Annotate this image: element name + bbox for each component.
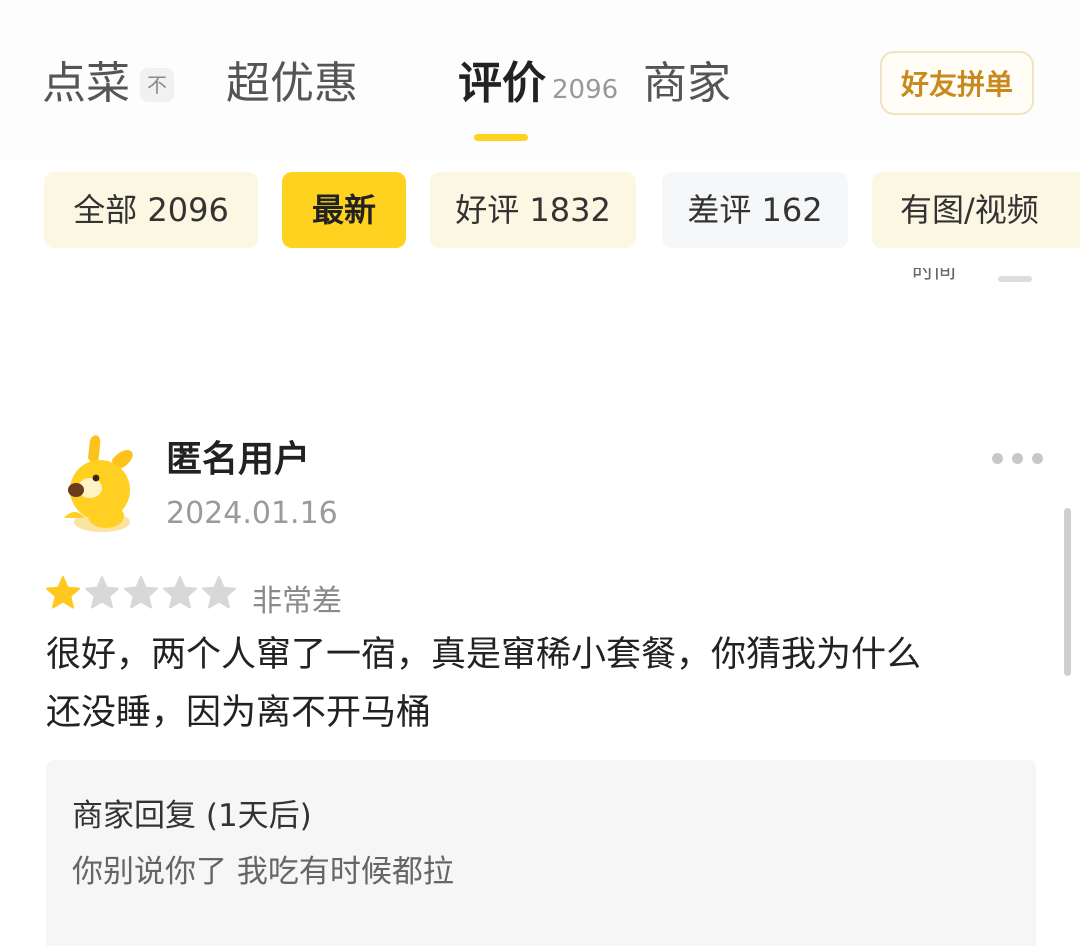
filter-chip-media[interactable]: 有图/视频 <box>872 172 1080 248</box>
review-body-line: 很好，两个人窜了一宿，真是窜稀小套餐，你猜我为什么 <box>46 635 922 675</box>
tab-deals[interactable]: 超优惠 <box>226 58 358 110</box>
tab-merchant-label: 商家 <box>643 58 731 109</box>
merchant-reply: 商家回复 (1天后) 你别说你了 我吃有时候都拉 <box>46 760 1036 946</box>
review-body-line: 还没睡，因为离不开马桶 <box>46 693 432 733</box>
filter-chip-all[interactable]: 全部 2096 <box>44 172 258 248</box>
review-username[interactable]: 匿名用户 <box>166 430 310 482</box>
active-tab-indicator <box>474 134 528 141</box>
yellow-dog-mascot-icon <box>64 435 133 532</box>
merchant-reply-text: 你别说你了 我吃有时候都拉 <box>72 854 454 890</box>
group-order-button[interactable]: 好友拼单 <box>880 51 1034 115</box>
tab-reviews-count: 2096 <box>552 75 619 105</box>
tab-menu[interactable]: 点菜不 <box>42 58 174 110</box>
filter-chip-positive[interactable]: 好评 1832 <box>430 172 636 248</box>
top-tab-bar: 点菜不 超优惠 评价 2096 商家 好友拼单 <box>0 0 1080 160</box>
more-dot <box>1012 453 1023 464</box>
more-dots-icon[interactable] <box>988 448 1048 470</box>
sort-label[interactable]: 时间 <box>912 268 970 286</box>
star-empty-icon <box>202 576 236 609</box>
tab-deals-label: 超优惠 <box>226 58 358 109</box>
tab-reviews-label: 评价 <box>458 58 546 109</box>
tab-merchant[interactable]: 商家 <box>643 58 731 110</box>
star-empty-icon <box>124 576 158 609</box>
star-empty-icon <box>85 576 119 609</box>
star-filled-icon <box>46 576 80 609</box>
review-date: 2024.01.16 <box>166 496 338 531</box>
review-filter-bar: 全部 2096 最新 好评 1832 差评 162 有图/视频 <box>0 160 1080 260</box>
avatar <box>64 435 133 532</box>
filter-chip-latest[interactable]: 最新 <box>282 172 406 248</box>
scrollbar[interactable] <box>1064 508 1071 676</box>
merchant-reply-title: 商家回复 (1天后) <box>72 798 312 834</box>
review-body: 很好，两个人窜了一宿，真是窜稀小套餐，你猜我为什么 还没睡，因为离不开马桶 <box>46 626 1046 742</box>
star-empty-icon <box>163 576 197 609</box>
tab-reviews[interactable]: 评价 2096 <box>458 58 618 116</box>
tab-menu-label: 点菜 <box>42 58 130 109</box>
tab-menu-badge: 不 <box>140 68 174 102</box>
more-dot <box>992 453 1003 464</box>
filter-chip-negative[interactable]: 差评 162 <box>662 172 848 248</box>
more-dot <box>1032 453 1043 464</box>
rating-text: 非常差 <box>252 584 342 619</box>
sort-handle <box>998 276 1032 282</box>
